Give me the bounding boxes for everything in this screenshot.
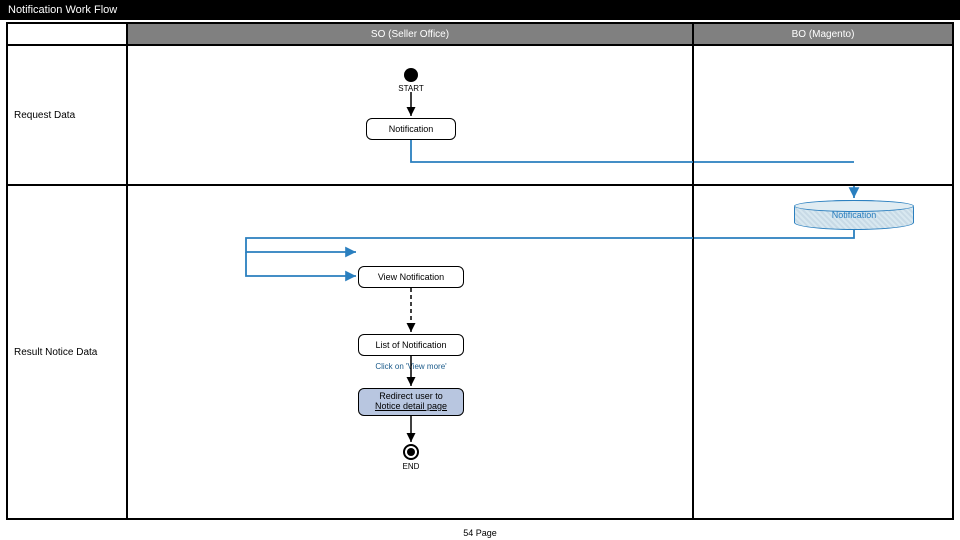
page-footer: 54 Page [0,528,960,538]
row-label-result: Result Notice Data [7,185,127,519]
db-label: Notification [832,210,877,220]
cell-r1-so: START Notification [127,45,693,185]
redirect-line2: Notice detail page [375,402,447,412]
start-node [404,68,418,82]
db-notification: Notification [794,200,914,230]
node-redirect: Redirect user to Notice detail page [358,388,464,416]
start-label: START [396,84,426,93]
node-notification: Notification [366,118,456,140]
header-so: SO (Seller Office) [127,23,693,45]
header-blank [7,23,127,45]
cell-r1-bo [693,45,953,185]
swimlane-frame: SO (Seller Office) BO (Magento) Request … [6,22,954,520]
header-bo: BO (Magento) [693,23,953,45]
node-view: View Notification [358,266,464,288]
node-list: List of Notification [358,334,464,356]
title-bar: Notification Work Flow [0,0,960,20]
row-label-request: Request Data [7,45,127,185]
end-node [403,444,419,460]
cell-r2-so: View Notification List of Notification C… [127,185,693,519]
end-label: END [398,462,424,471]
doc-title: Notification Work Flow [8,4,117,16]
cell-r2-bo: Notification [693,185,953,519]
label-click: Click on 'View more' [370,362,452,371]
header-row: SO (Seller Office) BO (Magento) [7,23,953,45]
